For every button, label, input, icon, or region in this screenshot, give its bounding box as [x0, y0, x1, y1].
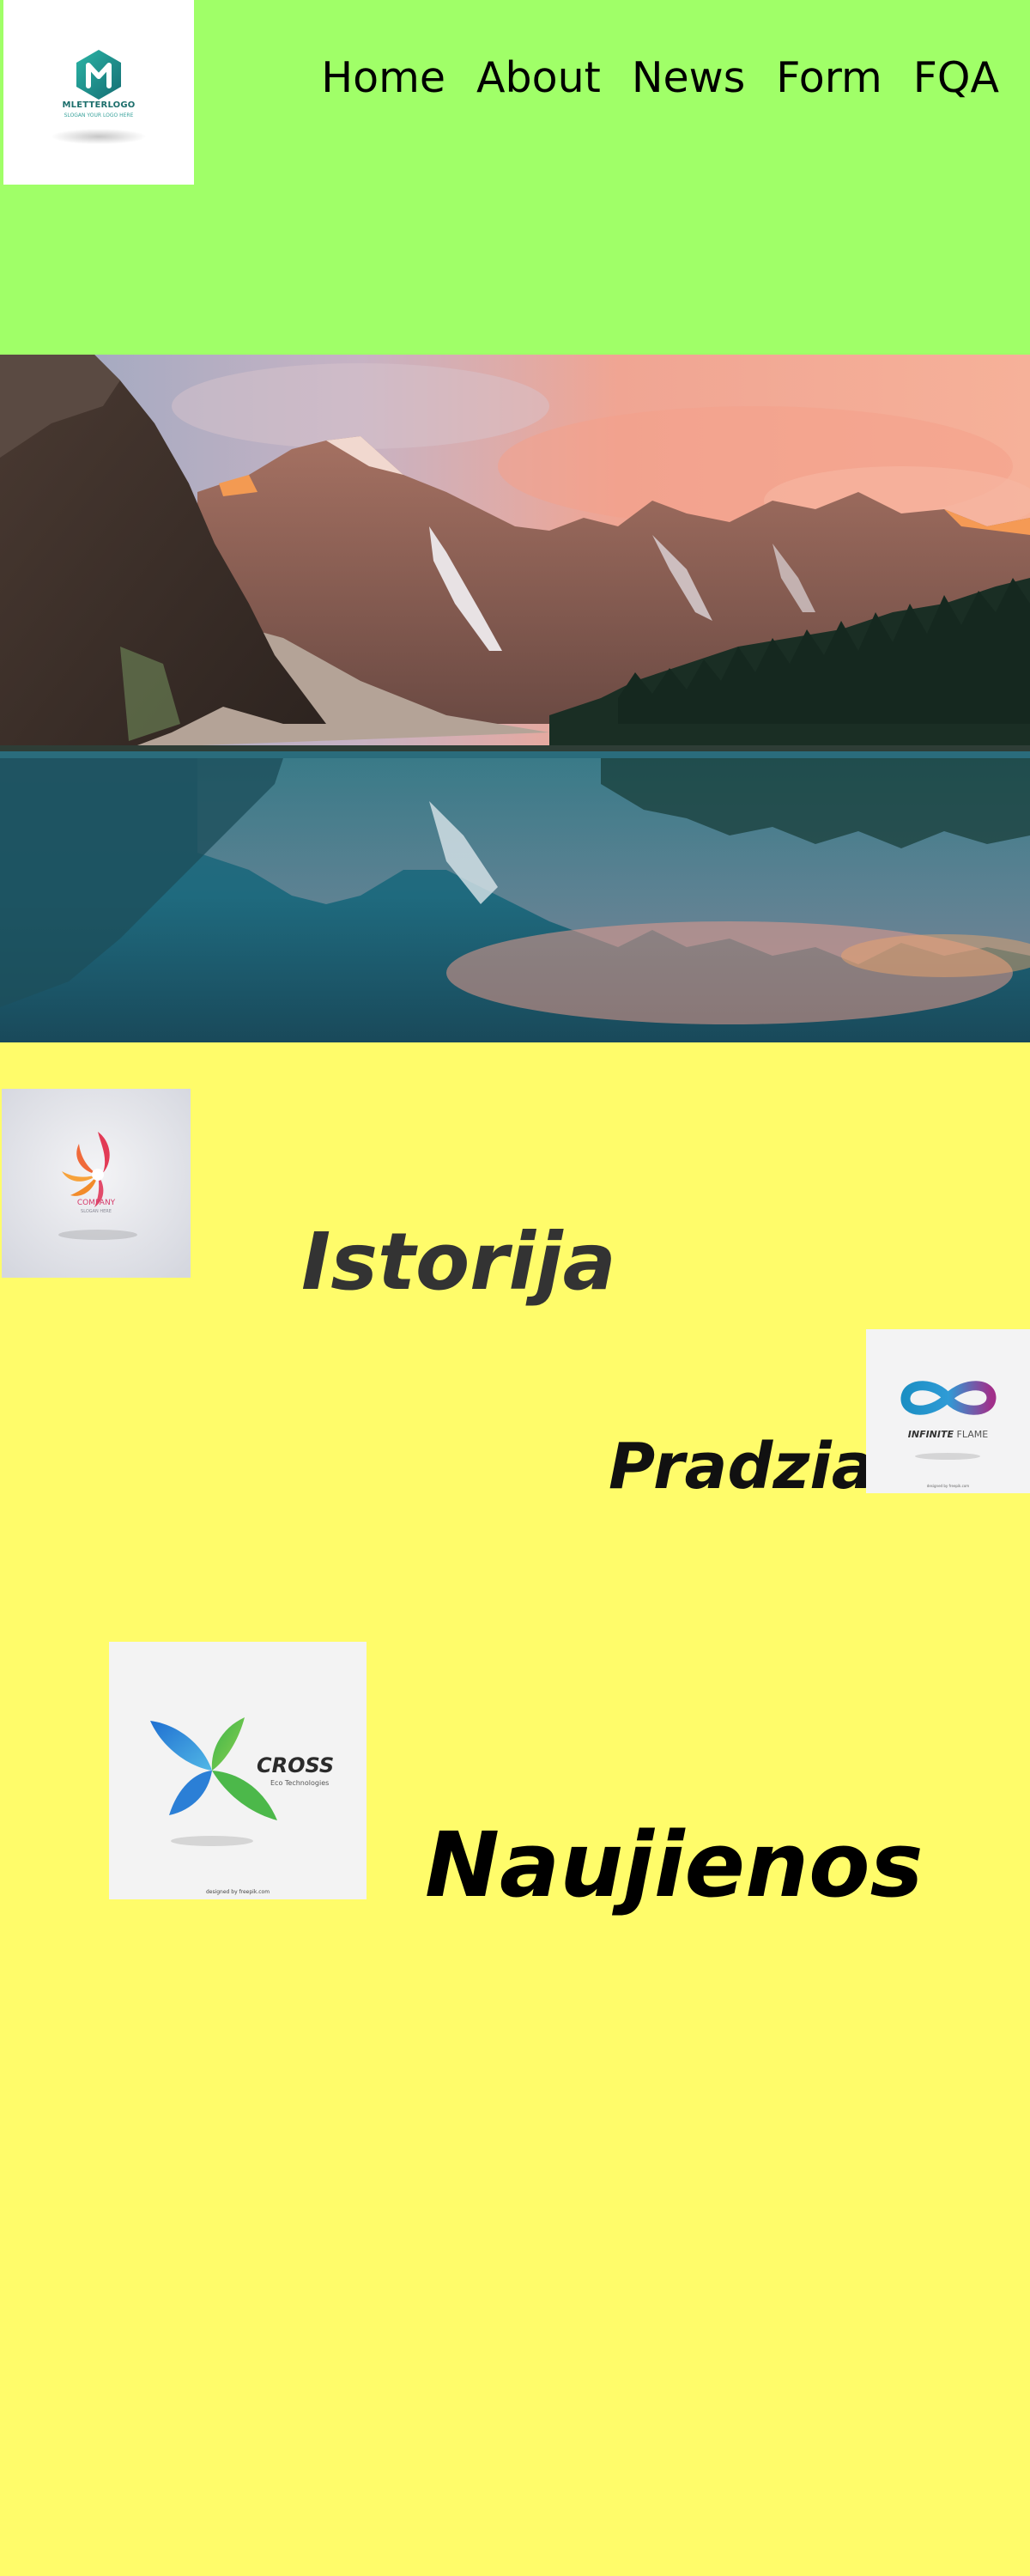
naujienos-logo-image: CROSS Eco Technologies designed by freep…	[109, 1642, 367, 1899]
nav-home-link[interactable]: Home	[321, 57, 445, 99]
naujienos-logo-credit: designed by freepik.com	[205, 1889, 270, 1895]
site-header: MLETTERLOGO SLOGAN YOUR LOGO HERE Home A…	[0, 0, 1030, 355]
nav-form-link[interactable]: Form	[776, 57, 882, 99]
istorija-logo-text: COMPANY	[76, 1199, 116, 1207]
nav-about-link[interactable]: About	[476, 57, 601, 99]
site-logo[interactable]: MLETTERLOGO SLOGAN YOUR LOGO HERE	[3, 0, 194, 185]
istorija-heading: Istorija	[301, 1216, 616, 1309]
logo-slogan: SLOGAN YOUR LOGO HERE	[64, 112, 134, 118]
istorija-logo-image: COMPANY SLOGAN HERE	[2, 1089, 191, 1278]
nav-fqa-link[interactable]: FQA	[913, 57, 999, 99]
pradzia-logo-credit: designed by freepik.com	[926, 1484, 970, 1488]
logo-title: MLETTERLOGO	[62, 100, 136, 110]
flame-flower-logo-icon	[2, 1089, 191, 1278]
istorija-logo-sub: SLOGAN HERE	[81, 1209, 112, 1214]
pradzia-logo-text-light: FLAME	[956, 1429, 989, 1440]
naujienos-logo-sub: Eco Technologies	[270, 1779, 330, 1787]
naujienos-heading: Naujienos	[425, 1813, 924, 1918]
pradzia-logo-image: INFINITE FLAME designed by freepik.com	[866, 1329, 1030, 1493]
main-nav: Home About News Form FQA	[321, 57, 999, 99]
hero-landscape-image	[0, 355, 1030, 1042]
logo-shadow	[52, 129, 146, 144]
naujienos-logo-text: CROSS	[257, 1753, 335, 1777]
pradzia-logo-text-bold: INFINITE	[907, 1429, 954, 1440]
pradzia-heading: Pradzia	[609, 1430, 875, 1504]
hexagon-m-logo-icon	[76, 50, 121, 100]
pradzia-logo-text: INFINITE FLAME	[866, 1429, 1030, 1440]
nav-news-link[interactable]: News	[632, 57, 745, 99]
infinity-logo-icon	[866, 1329, 1030, 1493]
